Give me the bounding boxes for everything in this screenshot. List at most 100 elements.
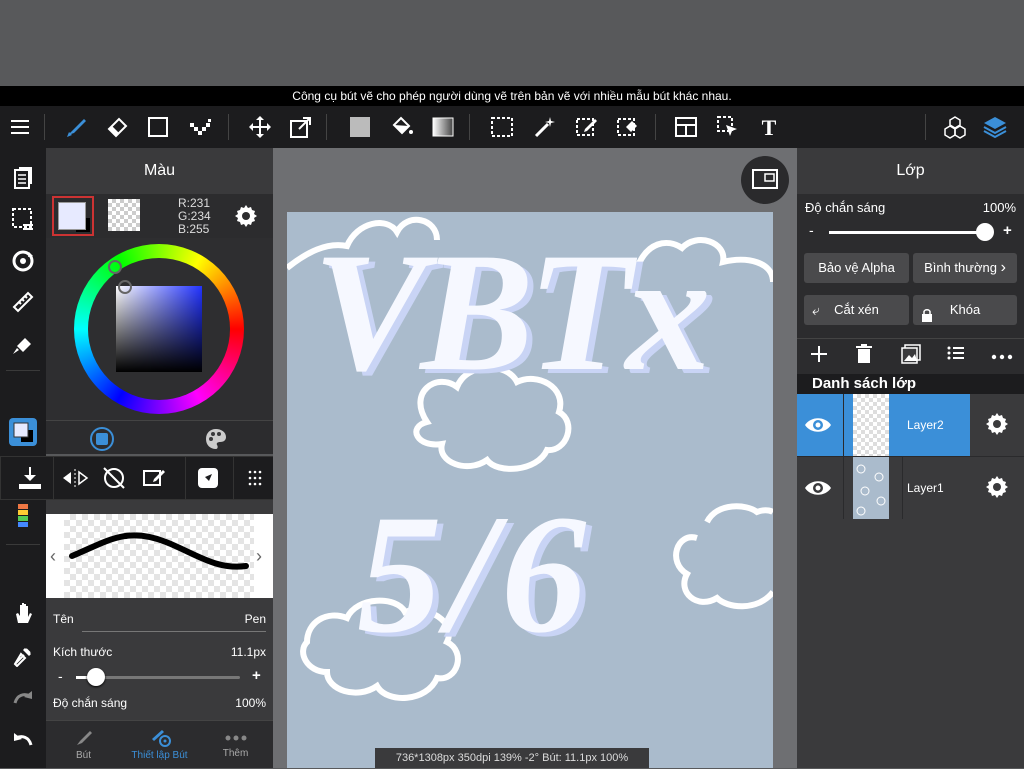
layer2-settings-gear-icon[interactable] — [985, 412, 1009, 441]
selection-icon[interactable] — [5, 201, 41, 237]
brush-options-bar — [0, 456, 277, 500]
blend-mode-button[interactable]: Bình thường › — [913, 253, 1017, 283]
redo-icon[interactable] — [5, 679, 41, 715]
rectangle-tool-icon[interactable] — [140, 106, 176, 148]
color-mode-tabs — [46, 420, 273, 454]
eraser-tool-icon[interactable] — [99, 106, 135, 148]
layer-opacity-slider[interactable] — [829, 223, 994, 241]
fill-color-tool-icon[interactable] — [342, 106, 378, 148]
color-swatch-icon[interactable] — [5, 414, 41, 450]
layer-row-layer1[interactable]: Layer1 — [797, 456, 1024, 519]
tab-brush[interactable]: Bút — [46, 721, 121, 769]
transform-tool-icon[interactable] — [283, 106, 319, 148]
tab-brush-settings-label: Thiết lập Bút — [131, 750, 188, 761]
layer-opacity-plus[interactable]: + — [1003, 222, 1012, 239]
blend-mode-label: Bình thường — [924, 260, 997, 275]
gradient-tool-icon[interactable] — [425, 106, 461, 148]
layer-opacity-knob[interactable] — [976, 223, 994, 241]
wheel-mode-icon[interactable] — [90, 427, 114, 456]
text-tool-icon[interactable]: T — [751, 106, 787, 148]
next-brush-arrow-icon[interactable]: › — [256, 546, 262, 567]
dot-pen-tool-icon[interactable] — [182, 106, 218, 148]
brush-name-value[interactable]: Pen — [245, 612, 266, 626]
move-tool-icon[interactable] — [242, 106, 278, 148]
size-value: 11.1px — [230, 645, 266, 659]
palette-icon[interactable] — [204, 427, 228, 456]
color-slider-icon[interactable] — [5, 498, 41, 534]
visibility-eye-icon[interactable] — [803, 477, 833, 504]
layer2-thumbnail — [853, 394, 889, 456]
hue-marker[interactable] — [108, 260, 122, 274]
layer-row-layer2[interactable]: Layer2 — [797, 394, 1024, 456]
rotate-icon[interactable] — [5, 243, 41, 279]
size-label: Kích thước — [53, 645, 113, 659]
layer-panel-title: Lớp — [797, 148, 1024, 194]
magic-wand-tool-icon[interactable] — [527, 106, 563, 148]
layer1-thumbnail — [853, 457, 889, 519]
canvas-area[interactable]: VBTx 5/6 736*1308px 350dpi 139% -2° Bút:… — [273, 148, 797, 768]
ruler-icon[interactable] — [5, 284, 41, 320]
top-toolbar: T — [0, 106, 1024, 148]
color-settings-gear-icon[interactable] — [234, 204, 258, 233]
layer-opacity-minus[interactable]: - — [809, 222, 814, 238]
canvas-fit-button[interactable] — [741, 156, 789, 204]
lock-label: Khóa — [949, 302, 981, 317]
tab-more-label: Thêm — [222, 748, 249, 759]
size-slider-knob[interactable] — [86, 668, 105, 686]
undo-icon[interactable] — [5, 721, 41, 757]
select-pen-tool-icon[interactable] — [569, 106, 605, 148]
layer-list-icon[interactable] — [947, 345, 965, 366]
stabilizer-off-icon[interactable] — [101, 465, 127, 496]
size-minus-button[interactable]: - — [58, 668, 63, 684]
primary-color-swatch[interactable] — [52, 196, 94, 236]
sv-marker[interactable] — [118, 280, 132, 294]
swatch-row: R:231 G:234 B:255 — [46, 194, 273, 238]
pages-icon[interactable] — [5, 160, 41, 196]
delete-layer-icon[interactable] — [855, 344, 873, 369]
layer-image-icon[interactable] — [901, 344, 921, 369]
size-plus-button[interactable]: + — [252, 667, 261, 684]
pen-tool-icon[interactable] — [58, 106, 94, 148]
operation-tool-icon[interactable] — [710, 106, 746, 148]
select-rect-tool-icon[interactable] — [484, 106, 520, 148]
eraser-mode-icon[interactable] — [141, 465, 167, 496]
clip-icon: ⤶ — [812, 302, 820, 318]
frame-divider-tool-icon[interactable] — [668, 106, 704, 148]
grid-dots-icon[interactable] — [247, 469, 263, 492]
more-icon — [198, 731, 273, 748]
fit-window-icon — [752, 169, 778, 189]
brush-opacity-value: 100% — [235, 696, 266, 710]
tab-brush-settings[interactable]: Thiết lập Bút — [122, 721, 197, 769]
fill-snap-icon[interactable] — [5, 326, 41, 362]
layers-icon[interactable] — [977, 106, 1013, 148]
drawing-paper[interactable]: VBTx 5/6 — [287, 212, 773, 768]
brush-action-icon[interactable] — [197, 467, 219, 494]
size-slider[interactable] — [76, 668, 240, 686]
visibility-eye-icon[interactable] — [803, 414, 833, 441]
lock-button[interactable]: Khóa — [913, 295, 1017, 325]
bucket-tool-icon[interactable] — [384, 106, 420, 148]
color-wheel[interactable] — [46, 238, 273, 420]
saturation-value-square[interactable] — [116, 286, 202, 372]
color-panel: Màu R:231 G:234 B:255 — [46, 148, 273, 454]
layer1-settings-gear-icon[interactable] — [985, 475, 1009, 504]
mirror-icon[interactable] — [61, 467, 89, 494]
materials-icon[interactable] — [937, 106, 973, 148]
eyedropper-icon[interactable] — [5, 638, 41, 674]
layer1-name: Layer1 — [907, 481, 944, 495]
clip-button[interactable]: ⤶ Cắt xén — [804, 295, 909, 325]
brush-import-icon[interactable] — [17, 465, 43, 496]
menu-icon[interactable] — [2, 106, 38, 148]
hand-icon[interactable] — [5, 595, 41, 631]
canvas-text-line2: 5/6 — [357, 480, 593, 668]
tip-bar: Công cụ bút vẽ cho phép người dùng vẽ tr… — [0, 86, 1024, 106]
layer-more-icon[interactable] — [991, 348, 1013, 366]
tab-more[interactable]: Thêm — [198, 721, 273, 769]
select-eraser-tool-icon[interactable] — [610, 106, 646, 148]
add-layer-icon[interactable] — [809, 344, 829, 369]
secondary-color-swatch[interactable] — [108, 199, 140, 231]
alpha-protect-button[interactable]: Bảo vệ Alpha — [804, 253, 909, 283]
rgb-readout: R:231 G:234 B:255 — [178, 197, 211, 236]
prev-brush-arrow-icon[interactable]: ‹ — [50, 546, 56, 567]
lock-icon — [921, 303, 933, 333]
